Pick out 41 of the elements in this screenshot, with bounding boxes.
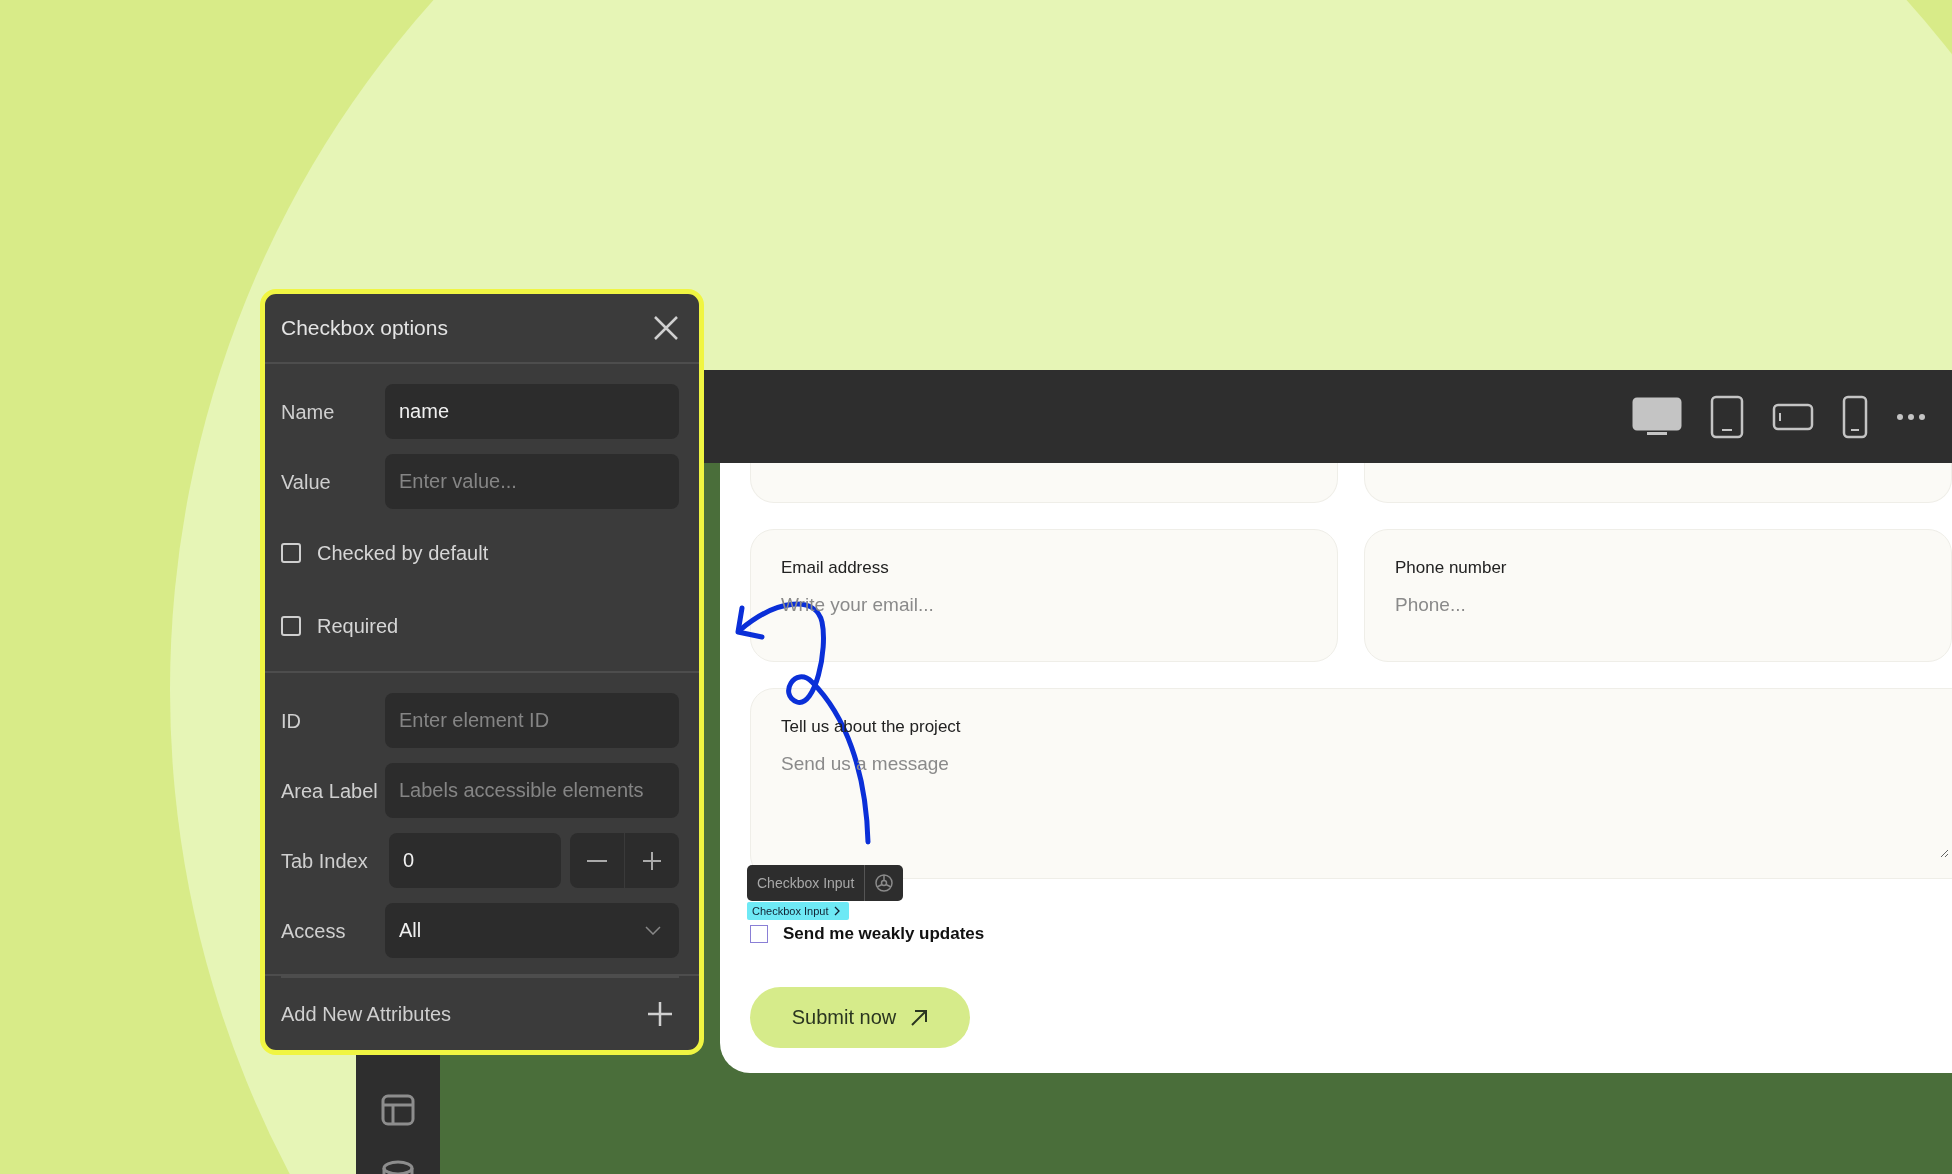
field-label: Area Label bbox=[281, 779, 379, 802]
checkbox-label: Checked by default bbox=[317, 541, 489, 565]
field-label: Access bbox=[281, 919, 347, 942]
chevron-icon bbox=[833, 906, 842, 916]
landscape-tablet-icon[interactable] bbox=[1772, 402, 1814, 431]
input-field[interactable]: name bbox=[385, 384, 679, 439]
chevron-down-icon bbox=[645, 926, 661, 935]
settings-icon[interactable] bbox=[874, 873, 895, 893]
element-label: Checkbox Input bbox=[747, 865, 866, 901]
desktop-icon[interactable] bbox=[1632, 396, 1682, 437]
checkbox[interactable] bbox=[281, 616, 301, 636]
add-attributes-label[interactable]: Add New Attributes bbox=[281, 1002, 452, 1026]
submit-button[interactable]: Submit now bbox=[750, 987, 970, 1048]
checkbox-label: Required bbox=[317, 614, 399, 638]
input-field[interactable]: Enter value... bbox=[385, 454, 679, 509]
access-dropdown[interactable]: All bbox=[385, 903, 679, 958]
field-label: Name bbox=[281, 400, 336, 423]
field-label: ID bbox=[281, 709, 302, 732]
number-field[interactable]: 0 bbox=[389, 833, 561, 888]
field-label: Phone number bbox=[1395, 558, 1508, 578]
phone-icon[interactable] bbox=[1842, 394, 1868, 439]
field-label: Email address bbox=[781, 558, 890, 578]
checkbox-label: Send me weakly updates bbox=[783, 924, 985, 944]
field-label: Tab Index bbox=[281, 849, 369, 872]
close-icon[interactable] bbox=[653, 315, 679, 341]
layout-icon[interactable] bbox=[381, 1094, 415, 1126]
more-icon[interactable] bbox=[1896, 412, 1926, 421]
panel-title: Checkbox options bbox=[281, 316, 448, 340]
tablet-icon[interactable] bbox=[1710, 394, 1744, 439]
field-label: Value bbox=[281, 470, 332, 493]
checkbox[interactable] bbox=[750, 925, 768, 943]
plus-icon[interactable] bbox=[647, 1001, 673, 1027]
input-field[interactable]: Enter element ID bbox=[385, 693, 679, 748]
selection-tag[interactable]: Checkbox Input bbox=[747, 902, 850, 920]
minus-icon bbox=[587, 859, 607, 862]
plus-icon bbox=[642, 850, 662, 871]
input-field[interactable]: Labels accessible elements bbox=[385, 763, 679, 818]
increment-button[interactable] bbox=[625, 833, 679, 888]
checkbox[interactable] bbox=[281, 543, 301, 563]
input-field[interactable]: Phone... bbox=[1395, 594, 1921, 616]
arrow-icon bbox=[910, 1008, 929, 1027]
